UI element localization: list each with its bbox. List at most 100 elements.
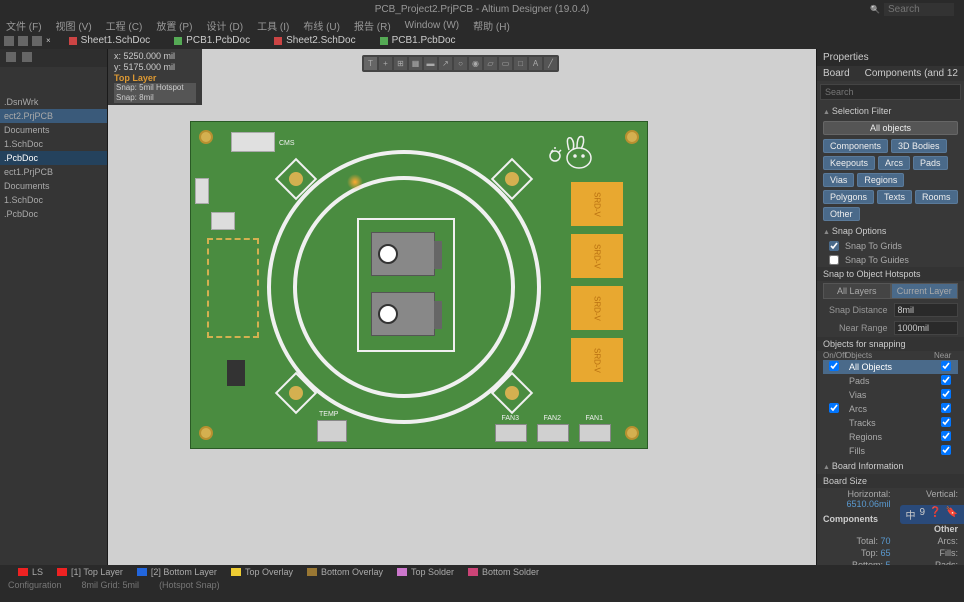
fan-connector[interactable]	[579, 424, 611, 442]
snap-distance-input[interactable]	[894, 303, 959, 317]
filter-tag-rooms[interactable]: Rooms	[915, 190, 958, 204]
doc-tab[interactable]: Sheet2.SchDoc	[268, 35, 362, 46]
tool-line[interactable]: ╱	[544, 57, 557, 70]
fan-connector[interactable]	[495, 424, 527, 442]
filter-tag-vias[interactable]: Vias	[823, 173, 854, 187]
snap-near-checkbox[interactable]	[941, 375, 951, 385]
pcb-board[interactable]: SRD-V SRD-V SRD-V SRD-V CMS TEMP FAN3 FA…	[190, 121, 648, 449]
menu-project[interactable]: 工程 (C)	[106, 18, 143, 33]
near-range-input[interactable]	[894, 321, 959, 335]
float-btn-help[interactable]: ❓	[929, 507, 941, 522]
snap-near-checkbox[interactable]	[941, 403, 951, 413]
filter-tag-arcs[interactable]: Arcs	[878, 156, 910, 170]
snap-near-checkbox[interactable]	[941, 431, 951, 441]
board-info-section[interactable]: Board Information	[817, 458, 964, 474]
side-connector[interactable]	[195, 178, 209, 204]
selection-filter-section[interactable]: Selection Filter	[817, 103, 964, 119]
snap-near-checkbox[interactable]	[941, 445, 951, 455]
filter-tag-keepouts[interactable]: Keepouts	[823, 156, 875, 170]
filter-tag-regions[interactable]: Regions	[857, 173, 904, 187]
relay-component[interactable]: SRD-V	[571, 182, 623, 226]
dip-outline[interactable]	[207, 238, 259, 338]
layer-tab-top-overlay[interactable]: Top Overlay	[231, 567, 293, 577]
layer-tab-top-solder[interactable]: Top Solder	[397, 567, 454, 577]
menu-help[interactable]: 帮助 (H)	[473, 18, 510, 33]
header-connector[interactable]	[231, 132, 275, 152]
filter-tag-texts[interactable]: Texts	[877, 190, 912, 204]
mosfet-component[interactable]	[371, 292, 435, 336]
float-btn-num[interactable]: 9	[920, 507, 926, 522]
temp-silk-label[interactable]: TEMP	[319, 411, 338, 418]
mounting-hole[interactable]	[199, 130, 213, 144]
tool-fill[interactable]: ▭	[499, 57, 512, 70]
menu-tools[interactable]: 工具 (I)	[257, 18, 289, 33]
relay-component[interactable]: SRD-V	[571, 286, 623, 330]
toolbar-icon[interactable]	[18, 36, 28, 46]
fan-silk-label[interactable]: FAN1	[585, 415, 603, 422]
mosfet-component[interactable]	[371, 232, 435, 276]
tool-align[interactable]: ⊞	[394, 57, 407, 70]
tool-poly[interactable]: ▱	[484, 57, 497, 70]
mounting-hole[interactable]	[199, 426, 213, 440]
tool-text[interactable]: □	[514, 57, 527, 70]
mounting-hole[interactable]	[625, 130, 639, 144]
snap-row-vias[interactable]: Vias	[823, 388, 958, 402]
snap-on-checkbox[interactable]	[829, 361, 839, 371]
layer-tab-top[interactable]: [1] Top Layer	[57, 567, 123, 577]
relay-component[interactable]: SRD-V	[571, 234, 623, 278]
menu-file[interactable]: 文件 (F)	[6, 18, 42, 33]
fan-silk-label[interactable]: FAN2	[543, 415, 561, 422]
snap-row-pads[interactable]: Pads	[823, 374, 958, 388]
center-silk-box[interactable]	[357, 218, 455, 352]
float-btn-bookmark[interactable]: 🔖	[946, 507, 958, 522]
layer-tab-bottom[interactable]: [2] Bottom Layer	[137, 567, 217, 577]
float-btn-lang[interactable]: 中	[906, 507, 916, 522]
temp-connector[interactable]	[317, 420, 347, 442]
tree-item[interactable]: .PcbDoc	[0, 207, 107, 221]
snap-on-checkbox[interactable]	[829, 403, 839, 413]
layer-tab-bottom-overlay[interactable]: Bottom Overlay	[307, 567, 383, 577]
side-connector[interactable]	[211, 212, 235, 230]
layer-tab-bottom-solder[interactable]: Bottom Solder	[468, 567, 539, 577]
tree-item[interactable]: .PcbDoc	[0, 151, 107, 165]
toolbar-icon[interactable]	[4, 36, 14, 46]
titlebar-search[interactable]	[870, 3, 954, 16]
tool-pad[interactable]: ◉	[469, 57, 482, 70]
current-layer-button[interactable]: Current Layer	[891, 283, 959, 299]
snap-near-checkbox[interactable]	[941, 417, 951, 427]
snap-row-fills[interactable]: Fills	[823, 444, 958, 458]
menu-view[interactable]: 视图 (V)	[56, 18, 92, 33]
menu-design[interactable]: 设计 (D)	[206, 18, 243, 33]
fan-connector[interactable]	[537, 424, 569, 442]
menu-place[interactable]: 放置 (P)	[156, 18, 192, 33]
snap-row-arcs[interactable]: Arcs	[823, 402, 958, 416]
snap-options-section[interactable]: Snap Options	[817, 223, 964, 239]
smd-ic[interactable]	[227, 360, 245, 386]
mounting-hole[interactable]	[625, 426, 639, 440]
snap-row-regions[interactable]: Regions	[823, 430, 958, 444]
tree-item[interactable]: 1.SchDoc	[0, 137, 107, 151]
filter-tag-pads[interactable]: Pads	[913, 156, 948, 170]
snap-near-checkbox[interactable]	[941, 389, 951, 399]
panel-search-input[interactable]	[820, 84, 961, 100]
all-layers-button[interactable]: All Layers	[823, 283, 891, 299]
layer-tab-ls[interactable]: LS	[18, 567, 43, 577]
tree-item[interactable]: Documents	[0, 179, 107, 193]
filter-tag-3dbodies[interactable]: 3D Bodies	[891, 139, 947, 153]
toolbar-icon[interactable]	[32, 36, 42, 46]
tree-item[interactable]: ect1.PrjPCB	[0, 165, 107, 179]
tool-track[interactable]: ↗	[439, 57, 452, 70]
snap-grids-checkbox[interactable]	[829, 241, 839, 251]
pcb-canvas[interactable]: x: 5250.000 mil y: 5175.000 mil Top Laye…	[108, 49, 816, 565]
menu-route[interactable]: 布线 (U)	[303, 18, 340, 33]
menu-window[interactable]: Window (W)	[405, 20, 459, 31]
snap-row-tracks[interactable]: Tracks	[823, 416, 958, 430]
fan-silk-label[interactable]: FAN3	[501, 415, 519, 422]
tree-item[interactable]: .DsnWrk	[0, 95, 107, 109]
silk-text[interactable]: CMS	[279, 140, 295, 147]
tool-move[interactable]: +	[379, 57, 392, 70]
relay-component[interactable]: SRD-V	[571, 338, 623, 382]
doc-tab[interactable]: PCB1.PcbDoc	[168, 35, 256, 46]
tree-item[interactable]: ect2.PrjPCB	[0, 109, 107, 123]
tree-item[interactable]: Documents	[0, 123, 107, 137]
